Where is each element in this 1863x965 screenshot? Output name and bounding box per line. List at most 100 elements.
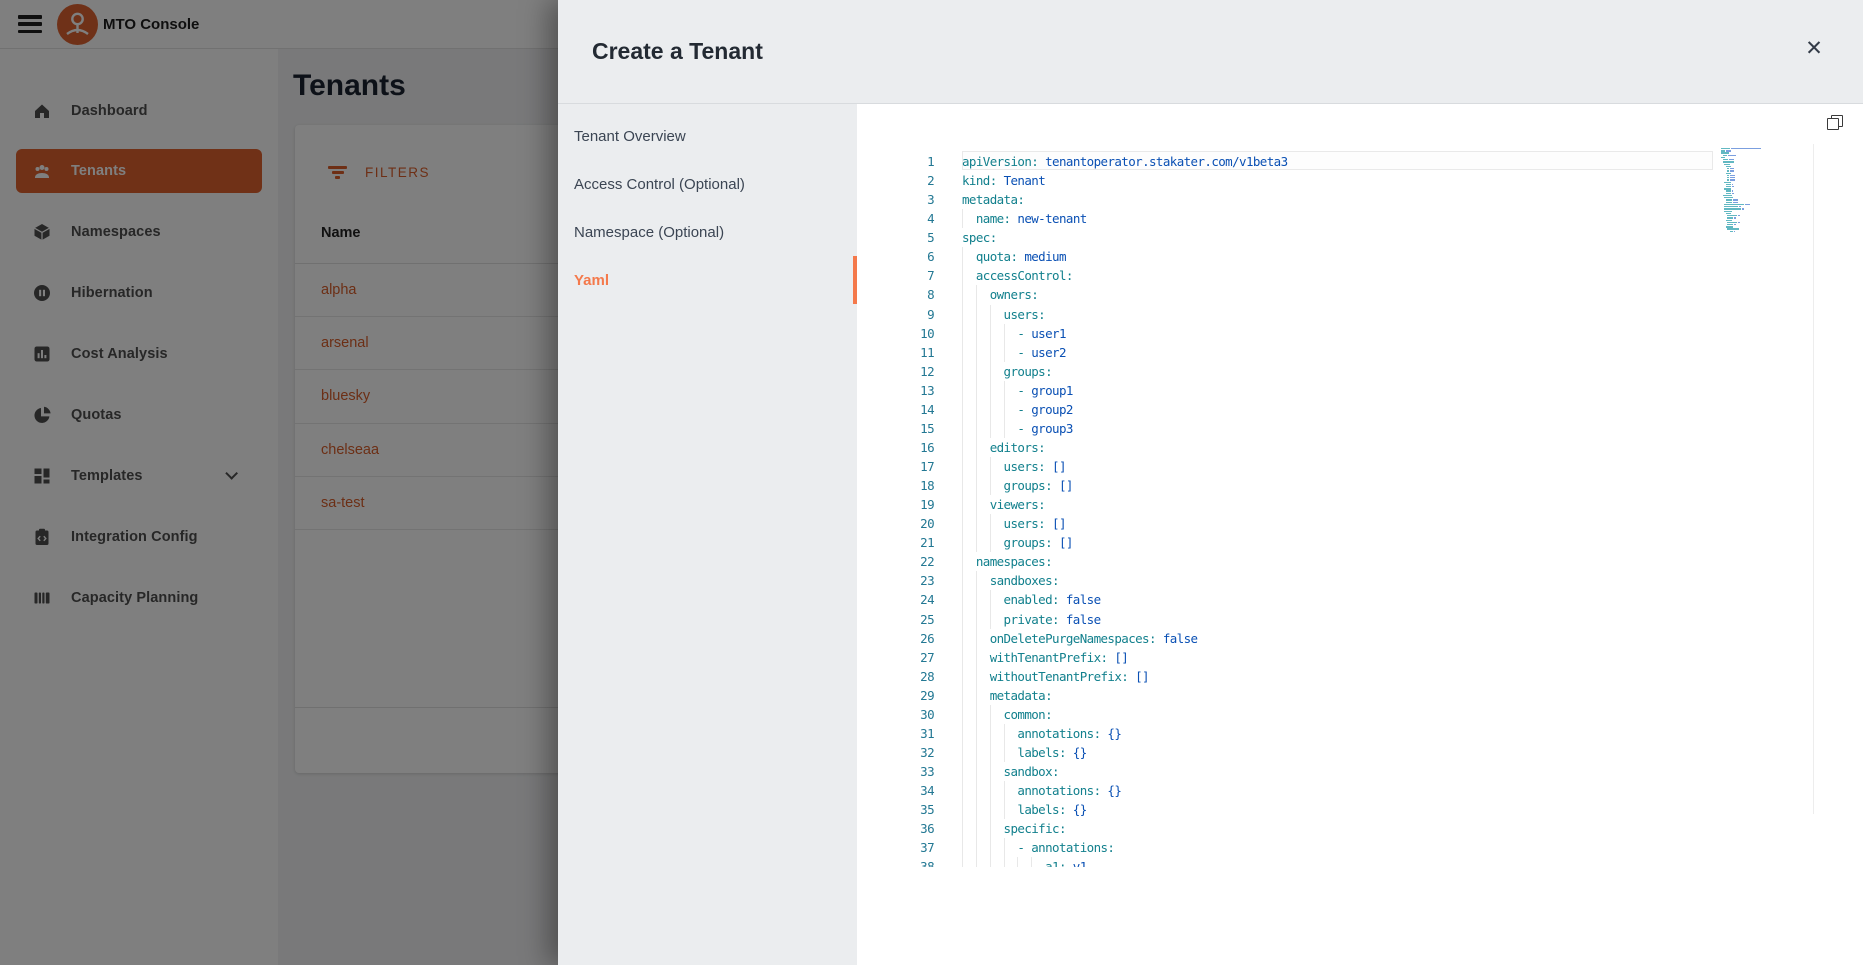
- line-content: onDeletePurgeNamespaces: false: [962, 629, 1197, 648]
- line-content: metadata:: [962, 190, 1024, 209]
- screen: MTO Console DashboardTenantsNamespacesHi…: [0, 0, 1863, 965]
- code-line: 35 labels: {}: [857, 800, 1863, 819]
- line-number: 26: [857, 631, 934, 646]
- line-number: 22: [857, 554, 934, 569]
- line-content: - group3: [962, 419, 1073, 438]
- line-number: 29: [857, 688, 934, 703]
- line-content: users:: [962, 305, 1045, 324]
- code-line: 15 - group3: [857, 419, 1863, 438]
- line-number: 31: [857, 726, 934, 741]
- code-line: 9users:: [857, 305, 1863, 324]
- line-content: quota: medium: [962, 247, 1066, 266]
- code-line: 21 groups: []: [857, 533, 1863, 552]
- tab-yaml[interactable]: Yaml: [558, 256, 857, 304]
- code-line: 18groups: []: [857, 476, 1863, 495]
- line-number: 30: [857, 707, 934, 722]
- drawer-title: Create a Tenant: [592, 38, 763, 65]
- line-content: namespaces:: [962, 552, 1052, 571]
- code-line: 2kind: Tenant: [857, 171, 1863, 190]
- line-number: 15: [857, 421, 934, 436]
- line-content: - annotations:: [962, 838, 1114, 857]
- line-content: accessControl:: [962, 266, 1073, 285]
- line-content: sandboxes:: [962, 571, 1059, 590]
- line-number: 6: [857, 249, 934, 264]
- code-line: 26 onDeletePurgeNamespaces: false: [857, 629, 1863, 648]
- code-line: 38 a1: v1: [857, 857, 1863, 867]
- line-content: - group2: [962, 400, 1073, 419]
- code-line: 14- group2: [857, 400, 1863, 419]
- line-number: 7: [857, 268, 934, 283]
- line-content: metadata:: [962, 686, 1052, 705]
- code-line: 8 owners:: [857, 285, 1863, 304]
- line-number: 5: [857, 230, 934, 245]
- line-number: 19: [857, 497, 934, 512]
- code-line: 7 accessControl:: [857, 266, 1863, 285]
- minimap[interactable]: [1721, 148, 1773, 238]
- code-line: 29 metadata:: [857, 686, 1863, 705]
- code-line: 11- user2: [857, 343, 1863, 362]
- tab-access-control-optional[interactable]: Access Control (Optional): [558, 160, 857, 208]
- line-content: users: []: [962, 457, 1066, 476]
- line-number: 28: [857, 669, 934, 684]
- code-line: 4 name: new-tenant: [857, 209, 1863, 228]
- code-line: 1 apiVersion: tenantoperator.stakater.com…: [857, 152, 1863, 171]
- line-number: 13: [857, 383, 934, 398]
- line-number: 1: [857, 154, 934, 169]
- copy-icon[interactable]: [1827, 115, 1847, 135]
- line-content: annotations: {}: [962, 781, 1121, 800]
- code-line: 34 annotations: {}: [857, 781, 1863, 800]
- line-number: 16: [857, 440, 934, 455]
- line-number: 34: [857, 783, 934, 798]
- line-content: sandbox:: [962, 762, 1059, 781]
- line-number: 8: [857, 287, 934, 302]
- line-content: withTenantPrefix: []: [962, 648, 1128, 667]
- code-line: 12groups:: [857, 362, 1863, 381]
- editor-panel: 1 apiVersion: tenantoperator.stakater.com…: [857, 104, 1863, 965]
- yaml-editor[interactable]: 1 apiVersion: tenantoperator.stakater.com…: [857, 104, 1863, 867]
- line-number: 17: [857, 459, 934, 474]
- line-number: 37: [857, 840, 934, 855]
- code-line: 20 users: []: [857, 514, 1863, 533]
- line-content: a1: v1: [962, 857, 1087, 867]
- line-number: 2: [857, 173, 934, 188]
- line-number: 21: [857, 535, 934, 550]
- line-content: - user1: [962, 324, 1066, 343]
- line-content: labels: {}: [962, 800, 1087, 819]
- line-content: name: new-tenant: [962, 209, 1087, 228]
- line-number: 32: [857, 745, 934, 760]
- line-content: groups: []: [962, 533, 1073, 552]
- code-line: 36specific:: [857, 819, 1863, 838]
- line-content: enabled: false: [962, 590, 1101, 609]
- line-content: labels: {}: [962, 743, 1087, 762]
- create-tenant-drawer: Create a Tenant ✕ Tenant OverviewAccess …: [558, 0, 1863, 965]
- line-content: annotations: {}: [962, 724, 1121, 743]
- tab-namespace-optional[interactable]: Namespace (Optional): [558, 208, 857, 256]
- line-content: apiVersion: tenantoperator.stakater.com/…: [962, 152, 1288, 171]
- line-number: 27: [857, 650, 934, 665]
- code-line: 5spec:: [857, 228, 1863, 247]
- line-number: 4: [857, 211, 934, 226]
- close-icon[interactable]: ✕: [1796, 30, 1832, 66]
- line-number: 11: [857, 345, 934, 360]
- code-line: 22 namespaces:: [857, 552, 1863, 571]
- code-line: 24enabled: false: [857, 590, 1863, 609]
- line-number: 3: [857, 192, 934, 207]
- line-number: 35: [857, 802, 934, 817]
- line-content: private: false: [962, 610, 1101, 629]
- code-line: 19viewers:: [857, 495, 1863, 514]
- line-content: withoutTenantPrefix: []: [962, 667, 1149, 686]
- yaml-code: 1 apiVersion: tenantoperator.stakater.com…: [857, 152, 1863, 867]
- line-number: 36: [857, 821, 934, 836]
- line-number: 20: [857, 516, 934, 531]
- line-number: 12: [857, 364, 934, 379]
- drawer-tab-panel: Tenant OverviewAccess Control (Optional)…: [558, 104, 857, 965]
- line-number: 38: [857, 859, 934, 867]
- tab-tenant-overview[interactable]: Tenant Overview: [558, 112, 857, 160]
- code-line: 17 users: []: [857, 457, 1863, 476]
- line-content: owners:: [962, 285, 1038, 304]
- code-line: 37 - annotations:: [857, 838, 1863, 857]
- line-number: 33: [857, 764, 934, 779]
- code-line: 6 quota: medium: [857, 247, 1863, 266]
- line-content: users: []: [962, 514, 1066, 533]
- code-line: 10- user1: [857, 324, 1863, 343]
